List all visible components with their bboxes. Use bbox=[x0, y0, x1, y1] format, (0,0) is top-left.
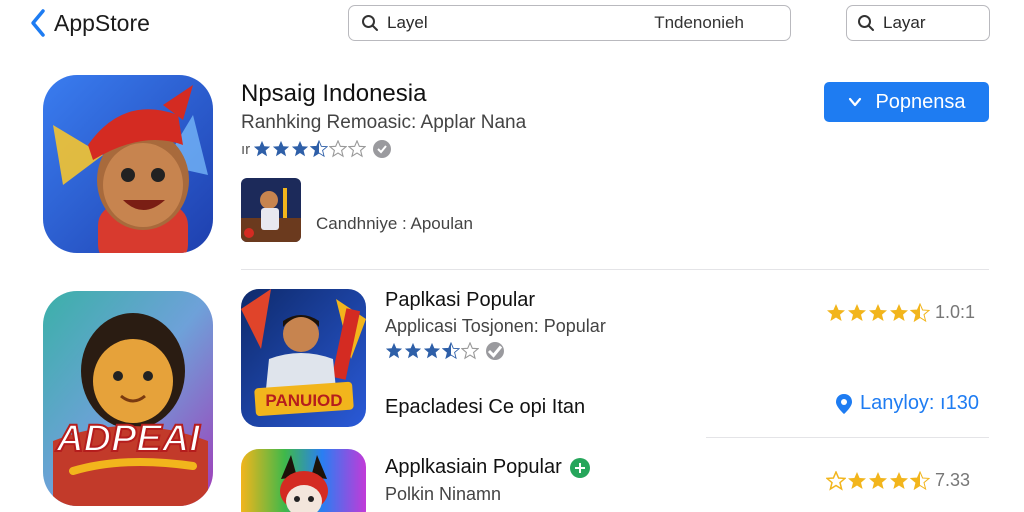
star-full-icon bbox=[890, 303, 908, 321]
back-label: AppStore bbox=[54, 9, 150, 36]
divider bbox=[241, 269, 989, 270]
verified-icon bbox=[486, 342, 504, 360]
star-full-icon bbox=[423, 342, 441, 359]
verified-icon bbox=[373, 140, 392, 158]
search-query: Layel bbox=[387, 13, 428, 32]
star-full-icon bbox=[385, 342, 403, 359]
get-button[interactable]: Popnensa bbox=[824, 82, 989, 122]
star-half-icon bbox=[910, 302, 930, 322]
location-label: Lanyloy: ı130 bbox=[860, 392, 979, 414]
list-item-subtitle: Applicasi Tosjonen: Popular bbox=[385, 316, 606, 336]
icon-wordmark: ADPEAI bbox=[55, 418, 201, 460]
star-full-icon bbox=[827, 303, 845, 321]
star-empty-icon bbox=[461, 342, 479, 360]
list-item-rating: 1.0:1 bbox=[826, 302, 975, 323]
list-app-icon[interactable] bbox=[241, 449, 366, 512]
secondary-search-input[interactable]: Layar bbox=[846, 5, 990, 41]
list-item-subtitle: Polkin Ninamn bbox=[385, 484, 502, 504]
get-button-label: Popnensa bbox=[875, 90, 966, 113]
search-input[interactable]: Layel Tndenonieh bbox=[348, 5, 791, 41]
list-item-stars bbox=[385, 342, 504, 360]
star-full-icon bbox=[869, 471, 887, 489]
search-region: Tndenonieh bbox=[654, 13, 744, 32]
featured-caption: Candhniye : Apoulan bbox=[316, 214, 473, 233]
star-full-icon bbox=[869, 303, 887, 321]
star-full-icon bbox=[292, 140, 309, 157]
chevron-down-icon bbox=[849, 97, 862, 107]
rating-value: 1.0:1 bbox=[935, 302, 976, 322]
featured-app-subtitle: Ranhking Remoasic: Applar Nana bbox=[241, 112, 527, 133]
search-icon bbox=[858, 15, 874, 31]
star-full-icon bbox=[404, 342, 422, 359]
star-empty-icon bbox=[348, 140, 367, 158]
star-full-icon bbox=[848, 303, 866, 321]
divider bbox=[706, 437, 989, 438]
featured-rating: ır bbox=[241, 140, 392, 158]
rating-prefix: ır bbox=[241, 140, 251, 158]
back-button[interactable]: AppStore bbox=[28, 8, 150, 38]
screenshot-thumbnail[interactable] bbox=[241, 178, 301, 242]
list-item-title[interactable]: Applkasiain Popular bbox=[385, 456, 590, 479]
verified-icon bbox=[569, 457, 590, 478]
chevron-left-icon bbox=[31, 9, 45, 37]
star-half-icon bbox=[442, 342, 460, 360]
star-full-icon bbox=[848, 471, 866, 489]
list-item-title-text: Applkasiain Popular bbox=[385, 456, 562, 478]
location-pin-icon bbox=[836, 393, 852, 414]
featured-app-title[interactable]: Npsaig Indonesia bbox=[241, 80, 426, 108]
list-item-caption: Epacladesi Ce opi Itan bbox=[385, 396, 586, 418]
star-full-icon bbox=[890, 471, 908, 489]
star-empty-icon bbox=[329, 140, 348, 158]
list-item-rating: 7.33 bbox=[826, 470, 970, 491]
list-item-title[interactable]: Paplkasi Popular bbox=[385, 289, 535, 312]
star-empty-icon bbox=[826, 470, 846, 491]
search-icon bbox=[362, 15, 378, 31]
location-link[interactable]: Lanyloy: ı130 bbox=[834, 392, 979, 415]
star-full-icon bbox=[273, 140, 290, 157]
secondary-search-query: Layar bbox=[883, 13, 926, 32]
rating-value: 7.33 bbox=[935, 470, 971, 490]
featured-app-icon[interactable] bbox=[43, 75, 213, 253]
icon-wordmark: PANUIOD bbox=[265, 391, 342, 410]
star-half-icon bbox=[910, 470, 930, 490]
app-icon-adpeai[interactable]: ADPEAI bbox=[43, 291, 213, 506]
list-app-icon[interactable]: PANUIOD bbox=[241, 289, 366, 427]
star-full-icon bbox=[254, 140, 271, 157]
star-half-icon bbox=[310, 140, 329, 158]
